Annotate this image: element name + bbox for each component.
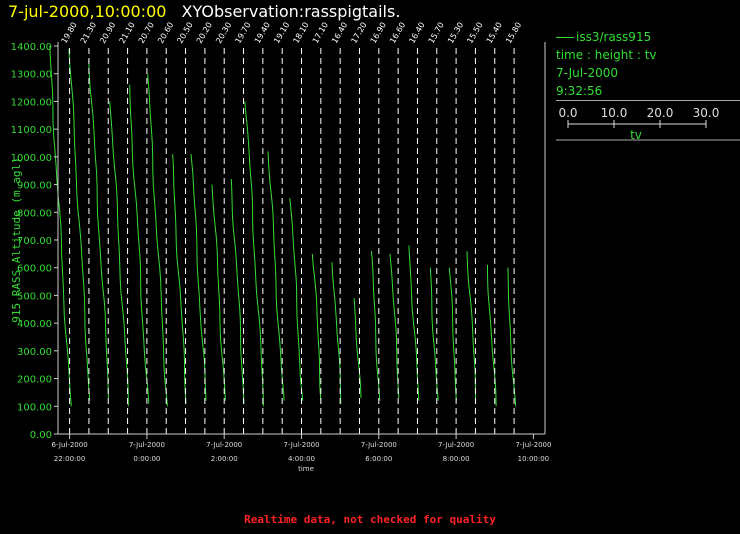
profile-tv-label: 19.80 bbox=[60, 21, 79, 45]
legend-date: 7-Jul-2000 bbox=[556, 66, 618, 80]
scale-tick-label: 0.0 bbox=[558, 106, 577, 120]
x-tick-date: 7-Jul-2000 bbox=[515, 441, 551, 449]
profile-guide-lines bbox=[69, 48, 515, 434]
x-tick-time: 2:00:00 bbox=[211, 455, 238, 463]
profile-tv-label: 15.30 bbox=[446, 21, 465, 45]
x-tick-date: 7-Jul-2000 bbox=[206, 441, 242, 449]
profile-tv-label: 20.90 bbox=[98, 21, 117, 45]
profile-tv-label: 19.40 bbox=[253, 21, 272, 45]
y-tick-label: 1300.00 bbox=[11, 70, 52, 81]
profile-tv-label: 16.40 bbox=[330, 21, 349, 45]
profile-tv-label: 21.30 bbox=[79, 21, 98, 45]
x-tick-time: 4:00:00 bbox=[288, 455, 315, 463]
x-tick-time: 8:00:00 bbox=[443, 455, 470, 463]
profile-tv-label: 15.80 bbox=[504, 21, 523, 45]
profile-tv-label: 15.70 bbox=[427, 21, 446, 45]
profile-tv-label: 16.60 bbox=[388, 21, 407, 45]
profile-tv-label: 20.30 bbox=[214, 21, 233, 45]
y-tick-label: 1200.00 bbox=[11, 97, 52, 108]
x-tick-time: 0:00:00 bbox=[133, 455, 160, 463]
profile-tv-labels: 19.80 21.30 20.90 21.10 20.70 20.60 20.50 20.20… bbox=[60, 21, 524, 45]
profile-tv-label: 15.40 bbox=[485, 21, 504, 45]
profile-trace bbox=[289, 198, 304, 401]
scale-tick-label: 10.0 bbox=[601, 106, 628, 120]
profile-trace bbox=[211, 184, 226, 401]
x-tick-date: 7-Jul-2000 bbox=[438, 441, 474, 449]
profile-trace bbox=[190, 154, 207, 401]
profile-tv-label: 15.50 bbox=[465, 21, 484, 45]
profile-tv-label: 17.20 bbox=[349, 21, 368, 45]
profile-trace bbox=[389, 253, 400, 399]
x-axis-ticks: 6-Jul-2000 22:00:00 7-Jul-2000 0:00:00 7-Jul… bbox=[52, 434, 551, 463]
legend-divider bbox=[556, 100, 740, 101]
profile-tv-label: 19.10 bbox=[272, 21, 291, 45]
profile-trace bbox=[88, 59, 109, 399]
scale-tick-label: 30.0 bbox=[693, 106, 720, 120]
y-tick-label: 1400.00 bbox=[11, 42, 52, 53]
legend-panel: iss3/rass915 time : height : tv 7-Jul-20… bbox=[556, 28, 740, 101]
profile-tv-label: 17.10 bbox=[311, 21, 330, 45]
legend-series-label: iss3/rass915 bbox=[576, 30, 652, 44]
tv-scale-bar: 0.0 10.0 20.0 30.0tv bbox=[556, 106, 740, 142]
profile-trace bbox=[172, 154, 187, 404]
profile-traces bbox=[49, 45, 517, 407]
x-tick-time: 10:00:00 bbox=[518, 455, 549, 463]
profile-trace bbox=[311, 253, 322, 404]
y-tick-label: 300.00 bbox=[17, 347, 52, 358]
y-tick-label: 100.00 bbox=[17, 402, 52, 413]
legend-variables: time : height : tv bbox=[556, 48, 657, 62]
profile-trace bbox=[448, 267, 457, 401]
y-tick-label: 1100.00 bbox=[11, 125, 52, 136]
x-tick-date: 7-Jul-2000 bbox=[129, 441, 165, 449]
profile-tv-label: 20.20 bbox=[195, 21, 214, 45]
profile-tv-label: 20.70 bbox=[137, 21, 156, 45]
profile-tv-label: 19.70 bbox=[233, 21, 252, 45]
x-tick-time: 6:00:00 bbox=[365, 455, 392, 463]
y-axis-label: 915 RASS Altitude (m agl) bbox=[10, 157, 23, 323]
profile-trace bbox=[129, 84, 150, 404]
x-tick-date: 7-Jul-2000 bbox=[283, 441, 319, 449]
x-tick-time: 22:00:00 bbox=[54, 455, 85, 463]
profile-trace bbox=[49, 45, 72, 407]
profile-trace bbox=[244, 101, 264, 407]
profile-tv-label: 21.10 bbox=[118, 21, 137, 45]
x-axis-label: time bbox=[298, 465, 314, 473]
profile-tv-label: 16.40 bbox=[407, 21, 426, 45]
profile-trace bbox=[331, 262, 342, 404]
legend-swatch bbox=[556, 36, 574, 38]
profile-tv-label: 18.10 bbox=[291, 21, 310, 45]
scale-tick-label: 20.0 bbox=[647, 106, 674, 120]
profile-trace bbox=[230, 178, 245, 404]
legend-series: iss3/rass915 bbox=[556, 28, 740, 46]
x-tick-date: 6-Jul-2000 bbox=[52, 441, 88, 449]
profile-trace bbox=[68, 48, 91, 401]
profile-tv-label: 20.60 bbox=[156, 21, 175, 45]
y-tick-label: 200.00 bbox=[17, 375, 52, 386]
quality-warning: Realtime data, not checked for quality bbox=[244, 513, 496, 526]
profile-tv-label: 20.50 bbox=[175, 21, 194, 45]
profile-trace bbox=[466, 251, 477, 404]
legend-time: 9:32:56 bbox=[556, 84, 603, 98]
x-tick-date: 7-Jul-2000 bbox=[361, 441, 397, 449]
profile-trace bbox=[109, 101, 129, 407]
profile-trace bbox=[147, 73, 168, 407]
profile-trace bbox=[487, 264, 497, 407]
y-tick-label: 0.00 bbox=[30, 430, 52, 441]
profile-tv-label: 16.90 bbox=[369, 21, 388, 45]
